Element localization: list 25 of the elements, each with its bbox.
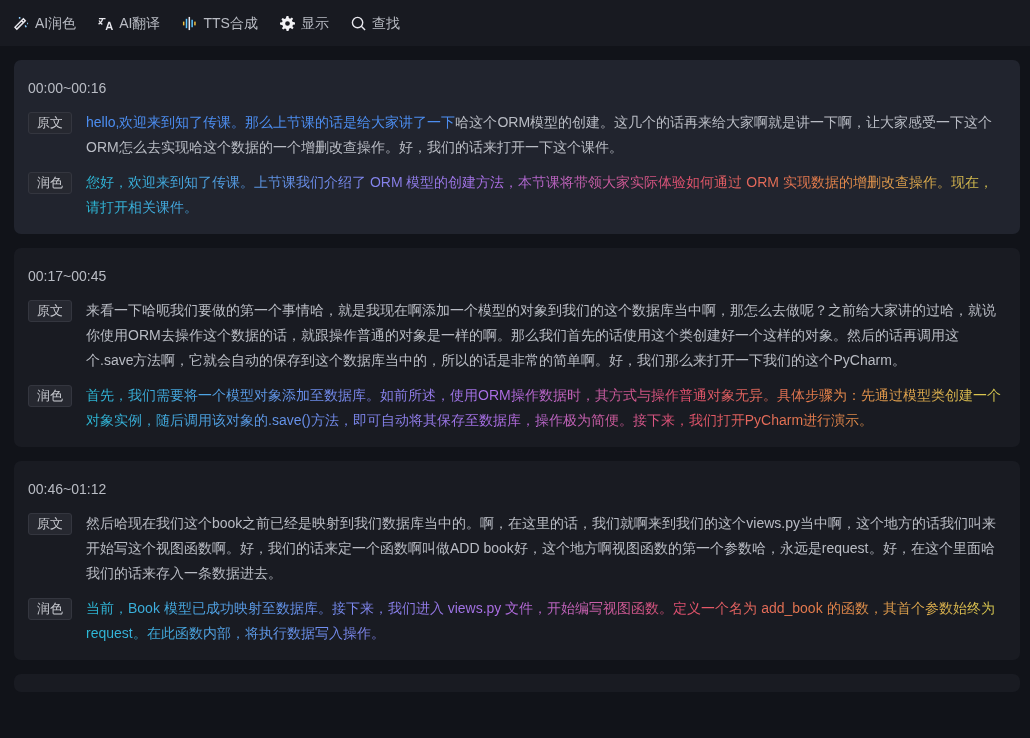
timestamp: 00:46~01:12 xyxy=(28,481,107,497)
text-tag: 原文 xyxy=(28,513,72,535)
segment-card[interactable] xyxy=(14,248,1020,447)
transcript-text: hello,欢迎来到知了传课。那么上节课的话是给大家讲了一下哈这个ORM模型的创建。这几个的话再来给大家啊就是讲一下啊，让大家感受一下这个ORM怎么去实现哈这个数据的一个增删改查操作。好，我们的话来打开一下这个课件。 xyxy=(86,113,994,157)
timestamp: 00:00~00:16 xyxy=(28,80,107,96)
translate-icon xyxy=(98,15,114,31)
text-tag: 润色 xyxy=(28,598,72,620)
segment-card[interactable] xyxy=(14,60,1020,234)
timestamp: 00:17~00:45 xyxy=(28,268,107,284)
search-icon xyxy=(350,15,366,31)
text-tag: 润色 xyxy=(28,172,72,194)
waveform-icon xyxy=(182,15,198,31)
wand-icon xyxy=(14,15,29,31)
toolbar-button[interactable]: AI润色 xyxy=(14,12,77,34)
gear-icon xyxy=(279,15,295,31)
text-tag: 原文 xyxy=(28,300,72,322)
text-tag: 原文 xyxy=(28,112,72,134)
transcript-text: 然后哈现在我们这个book之前已经是映射到我们数据库当中的。啊，在这里的话，我们就啊来到我们的这个views.py当中啊，这个地方的话我们叫来开始写这个视图函数啊。好，我们的话来定一个函数啊叫做ADD book好，这个地方啊视图函数的第一个参数哈，永远是request。好，在这个里面哈我们的话来存入一条数据进去。 xyxy=(86,514,998,583)
text-tag: 润色 xyxy=(28,385,72,407)
transcript-text: 来看一下哈呃我们要做的第一个事情哈，就是我现在啊添加一个模型的对象到我们的这个数据库当中啊，那怎么去做呢？之前给大家讲的过哈，就说你使用ORM去操作这个数据的话，就跟操作普通的对象是一样的啊。那么我们首先的话使用这个类创建好一个这样的对象。然后的话再调用这个.save方法啊，它就会自动的保存到这个数据库当中的，所以的话是非常的简单啊。好，我们那么来打开一下我们的这个PyCharm。 xyxy=(86,301,997,370)
toolbar-button[interactable]: TTS合成 xyxy=(182,12,258,34)
toolbar-button[interactable]: 显示 xyxy=(279,12,329,34)
toolbar-button[interactable]: AI翻译 xyxy=(98,12,161,34)
segment-card[interactable] xyxy=(14,461,1020,660)
toolbar-button[interactable]: 查找 xyxy=(350,12,400,34)
